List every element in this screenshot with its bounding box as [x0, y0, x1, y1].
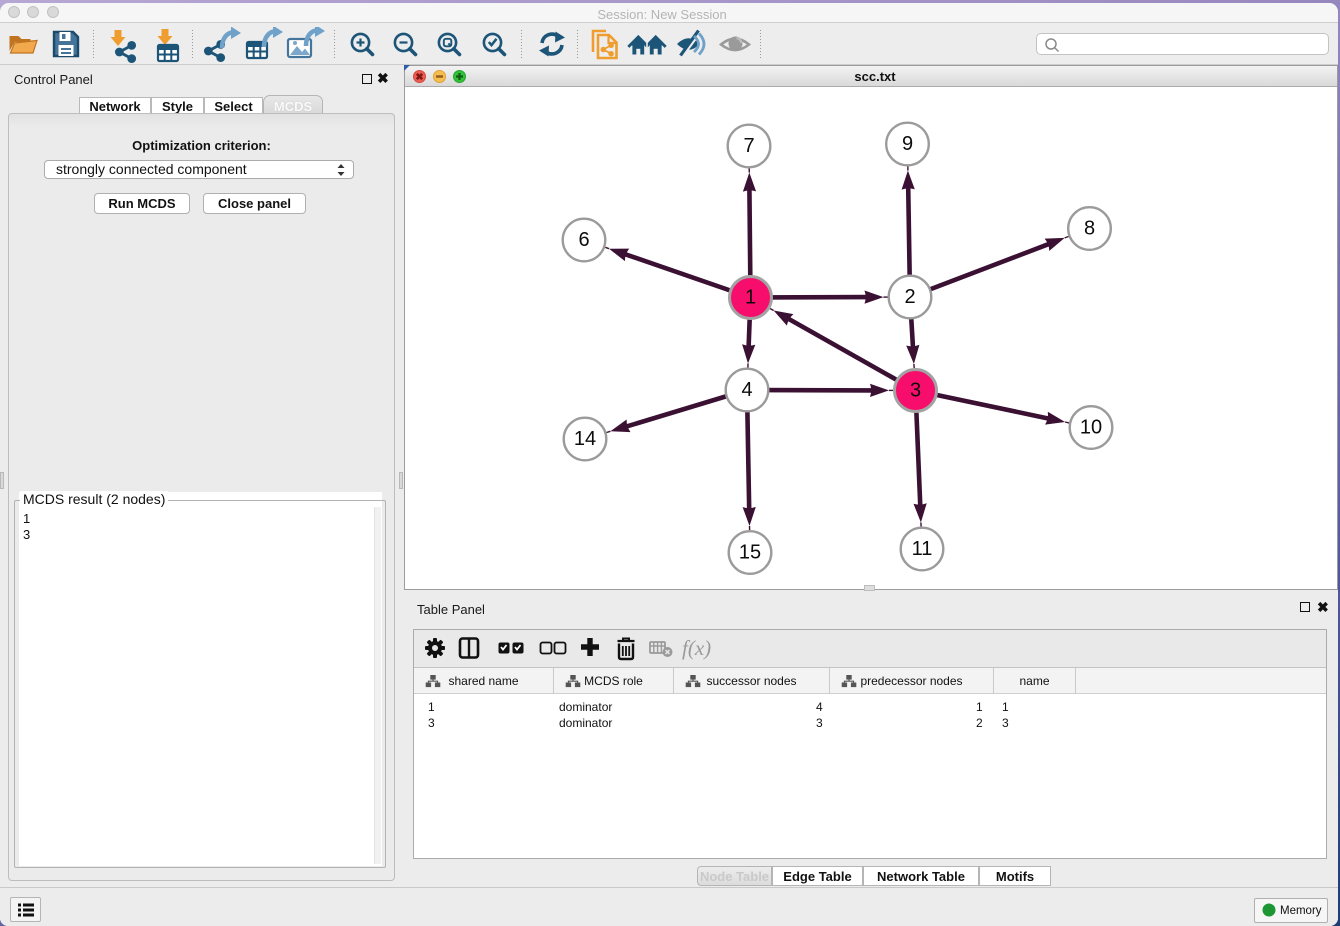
svg-text:11: 11: [912, 538, 933, 560]
svg-text:9: 9: [902, 133, 913, 155]
svg-text:3: 3: [910, 380, 921, 402]
svg-text:6: 6: [578, 229, 589, 251]
svg-text:14: 14: [574, 428, 596, 450]
svg-text:4: 4: [741, 379, 752, 401]
svg-text:f(x): f(x): [682, 636, 711, 660]
svg-text:8: 8: [1084, 218, 1095, 240]
svg-text:1: 1: [745, 287, 756, 309]
svg-text:10: 10: [1080, 417, 1102, 439]
svg-text:2: 2: [904, 286, 915, 308]
svg-text:7: 7: [743, 135, 754, 157]
svg-text:15: 15: [739, 542, 761, 564]
